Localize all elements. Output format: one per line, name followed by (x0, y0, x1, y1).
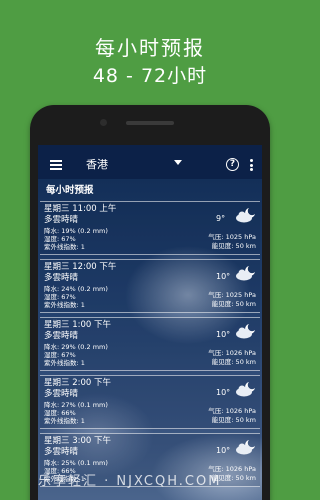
forecast-pressure: 气压: 1026 hPa (208, 349, 256, 357)
forecast-precip: 降水: 25% (0.1 mm) (44, 459, 108, 467)
forecast-time: 星期三 1:00 下午 (44, 320, 111, 330)
menu-icon[interactable] (50, 160, 62, 170)
forecast-uv: 紫外线指数: 1 (44, 417, 85, 425)
partly-cloudy-moon-icon (236, 208, 255, 223)
location-selector[interactable]: 香港 (86, 157, 108, 173)
forecast-condition: 多雲時晴 (44, 215, 79, 225)
forecast-precip: 降水: 24% (0.2 mm) (44, 285, 108, 293)
forecast-pressure: 气压: 1025 hPa (208, 233, 256, 241)
help-icon[interactable]: ? (226, 158, 239, 171)
forecast-time: 星期三 11:00 上午 (44, 204, 117, 214)
forecast-condition: 多雲時晴 (44, 331, 79, 341)
forecast-humidity: 湿度: 67% (44, 293, 76, 301)
section-title: 每小时预报 (46, 185, 94, 196)
app-bar: 香港 ? (38, 151, 262, 179)
phone-speaker (126, 121, 174, 125)
forecast-temp: 10° (216, 388, 231, 397)
forecast-card[interactable]: 星期三 12:00 下午 多雲時晴 降水: 24% (0.2 mm) 湿度: 6… (40, 259, 260, 313)
partly-cloudy-moon-icon (236, 382, 255, 397)
more-options-icon[interactable] (250, 159, 253, 171)
forecast-visibility: 能见度: 50 km (211, 358, 256, 366)
forecast-precip: 降水: 27% (0.1 mm) (44, 401, 108, 409)
forecast-temp: 10° (216, 330, 231, 339)
forecast-condition: 多雲時晴 (44, 389, 79, 399)
forecast-pressure: 气压: 1026 hPa (208, 465, 256, 473)
partly-cloudy-moon-icon (236, 324, 255, 339)
front-camera (100, 119, 107, 126)
forecast-time: 星期三 12:00 下午 (44, 262, 117, 272)
app-screen: 香港 ? 每小时预报 星期三 11:00 上午 多雲時晴 降水: 19% (0.… (38, 145, 262, 500)
forecast-uv: 紫外线指数: 1 (44, 301, 85, 309)
forecast-precip: 降水: 29% (0.2 mm) (44, 343, 108, 351)
forecast-uv: 紫外线指数: 1 (44, 359, 85, 367)
forecast-list: 星期三 11:00 上午 多雲時晴 降水: 19% (0.2 mm) 湿度: 6… (40, 201, 260, 491)
forecast-card[interactable]: 星期三 2:00 下午 多雲時晴 降水: 27% (0.1 mm) 湿度: 66… (40, 375, 260, 429)
forecast-condition: 多雲時晴 (44, 447, 79, 457)
forecast-temp: 10° (216, 272, 231, 281)
forecast-temp: 10° (216, 446, 231, 455)
phone-frame: 香港 ? 每小时预报 星期三 11:00 上午 多雲時晴 降水: 19% (0.… (30, 105, 270, 500)
forecast-temp: 9° (216, 214, 226, 223)
forecast-precip: 降水: 19% (0.2 mm) (44, 227, 108, 235)
forecast-pressure: 气压: 1026 hPa (208, 407, 256, 415)
forecast-humidity: 湿度: 67% (44, 235, 76, 243)
partly-cloudy-moon-icon (236, 266, 255, 281)
watermark-text: 乐享轻汇 · NJXCQH.COM (38, 474, 222, 489)
forecast-humidity: 湿度: 66% (44, 409, 76, 417)
forecast-condition: 多雲時晴 (44, 273, 79, 283)
promo-subtitle: 48 - 72小时 (92, 65, 208, 87)
forecast-card[interactable]: 星期三 1:00 下午 多雲時晴 降水: 29% (0.2 mm) 湿度: 67… (40, 317, 260, 371)
chevron-down-icon[interactable] (174, 160, 182, 165)
forecast-time: 星期三 2:00 下午 (44, 378, 111, 388)
forecast-visibility: 能见度: 50 km (211, 300, 256, 308)
forecast-time: 星期三 3:00 下午 (44, 436, 111, 446)
forecast-visibility: 能见度: 50 km (211, 416, 256, 424)
forecast-card[interactable]: 星期三 11:00 上午 多雲時晴 降水: 19% (0.2 mm) 湿度: 6… (40, 201, 260, 255)
forecast-visibility: 能见度: 50 km (211, 242, 256, 250)
promo-title: 每小时预报 (95, 36, 205, 60)
forecast-humidity: 湿度: 67% (44, 351, 76, 359)
partly-cloudy-moon-icon (236, 440, 255, 455)
forecast-pressure: 气压: 1025 hPa (208, 291, 256, 299)
forecast-uv: 紫外线指数: 1 (44, 243, 85, 251)
